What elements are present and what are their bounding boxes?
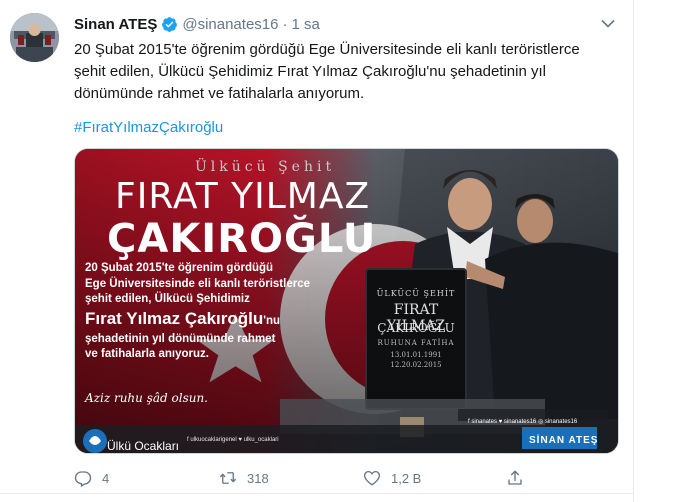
media-body-line: Ege Üniversitesinde eli kanlı teröristle… — [85, 277, 310, 290]
gravestone-line: ÇAKIROĞLU — [377, 321, 455, 335]
avatar[interactable] — [10, 13, 59, 62]
tweet-text-line: 20 Şubat 2015'te öğrenim gördüğü Ege Üni… — [74, 41, 580, 58]
media-socials-right: f sinanates ♥ sinanates16 ◎ sinanates16 — [468, 419, 578, 425]
tweet-text-line: şehit edilen, Ülkücü Şehidimiz Fırat Yıl… — [74, 63, 546, 80]
gravestone: ÜLKÜCÜ ŞEHİT FIRAT YILMAZ ÇAKIROĞLU RUHU… — [366, 269, 466, 409]
share-icon — [508, 470, 522, 485]
like-button[interactable]: 1,2 B — [363, 466, 421, 490]
media-body-line: ve fatihalarla anıyoruz. — [85, 348, 209, 360]
handle[interactable]: @sinanates16 — [182, 16, 278, 33]
media-body-name-text: Fırat Yılmaz Çakıroğlu — [85, 308, 264, 328]
retweet-button[interactable]: 318 — [219, 466, 269, 490]
media-signature: Aziz ruhu şâd olsun. — [85, 391, 208, 405]
chevron-down-icon — [601, 19, 615, 28]
media-socials-left: f ulkuocaklarigenel ♥ ulku_ocaklari — [187, 437, 279, 443]
verified-badge-icon — [162, 16, 178, 32]
retweet-icon — [219, 472, 237, 484]
media-body-name: Fırat Yılmaz Çakıroğlu'nu — [85, 308, 310, 332]
media-body-line: şehadetinin yıl dönümünde rahmet — [85, 332, 276, 345]
gravestone-line: 12.20.02.2015 — [390, 361, 442, 369]
share-button[interactable] — [506, 466, 524, 490]
more-options-button[interactable] — [597, 14, 619, 32]
avatar-image — [10, 13, 59, 62]
retweet-count: 318 — [247, 470, 269, 486]
media-footer: Ülkü Ocakları f ulkuocaklarigenel ♥ ulku… — [75, 419, 618, 453]
tweet-header: Sinan ATEŞ @sinanates16 · 1 sa — [74, 14, 320, 34]
gravestone-line: ÜLKÜCÜ ŞEHİT — [376, 289, 456, 298]
timestamp[interactable]: 1 sa — [291, 16, 319, 33]
divider — [0, 493, 634, 494]
tweet-media-image[interactable]: Ülkücü Şehit FIRAT YILMAZ ÇAKIROĞLU 20 Ş… — [74, 148, 619, 454]
gravestone-line: RUHUNA FATİHA — [377, 339, 455, 347]
media-org-name: Ülkü Ocakları — [107, 439, 180, 453]
media-name-line1: FIRAT YILMAZ — [115, 176, 371, 217]
hashtag-link[interactable]: #FıratYılmazÇakıroğlu — [74, 119, 223, 136]
like-count: 1,2 B — [391, 470, 422, 486]
gravestone-line: 13.01.01.1991 — [390, 351, 442, 359]
reply-icon — [74, 471, 92, 487]
tweet-actions: 4 318 1,2 B — [74, 466, 619, 490]
reply-button[interactable]: 4 — [74, 466, 109, 490]
tweet-text: 20 Şubat 2015'te öğrenim gördüğü Ege Üni… — [74, 39, 619, 105]
media-name-line2: ÇAKIROĞLU — [107, 216, 377, 262]
tweet-text-line: dönümünde rahmet ve fatihalarla anıyorum… — [74, 85, 365, 102]
media-brand: SİNAN ATEŞ — [529, 435, 599, 446]
media-body-line: şehit edilen, Ülkücü Şehidimiz — [85, 293, 250, 305]
separator-dot: · — [282, 15, 288, 33]
media-body-name-suffix: 'nu — [263, 314, 281, 327]
media-kicker: Ülkücü Şehit — [195, 159, 336, 175]
display-name[interactable]: Sinan ATEŞ — [74, 16, 157, 33]
tweet-card[interactable]: Sinan ATEŞ @sinanates16 · 1 sa 20 Şubat … — [0, 0, 634, 502]
heart-icon — [363, 470, 381, 486]
media-body: 20 Şubat 2015'te öğrenim gördüğü Ege Üni… — [85, 261, 310, 363]
media-body-line: 20 Şubat 2015'te öğrenim gördüğü — [85, 262, 274, 274]
reply-count: 4 — [102, 470, 110, 486]
